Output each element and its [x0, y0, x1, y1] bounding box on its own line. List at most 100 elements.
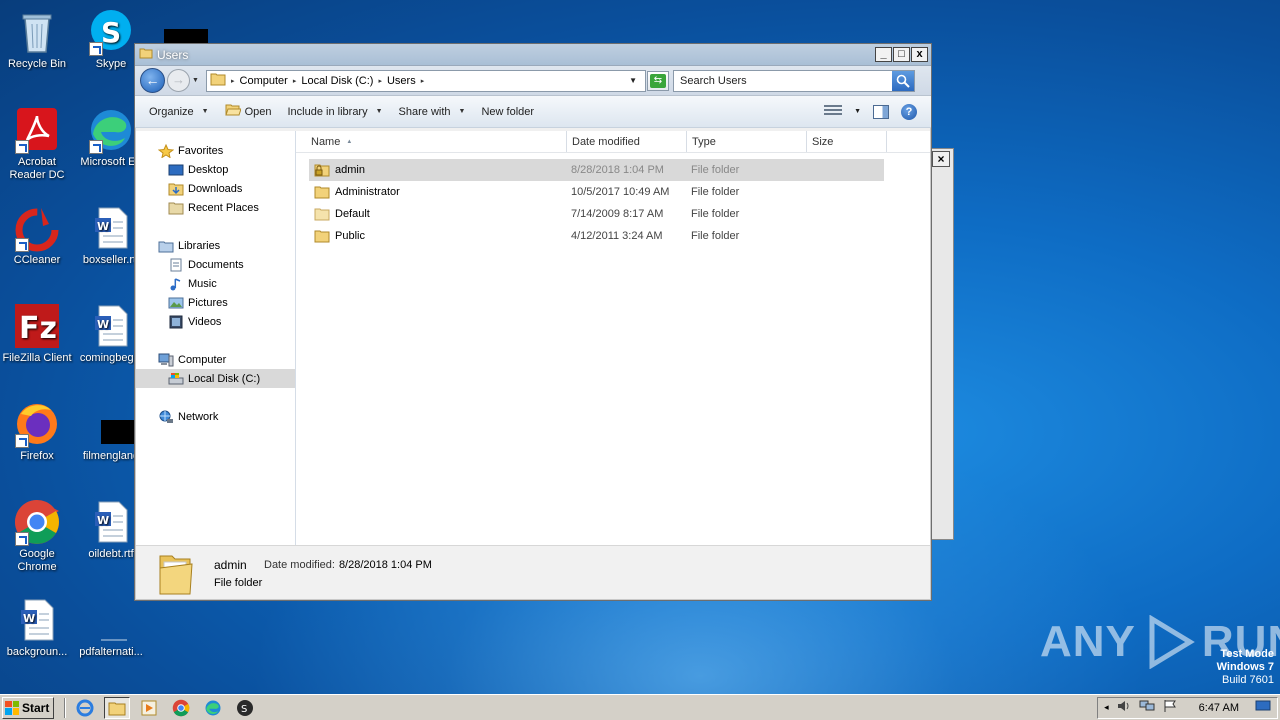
view-dropdown-icon[interactable]: ▼: [854, 108, 861, 115]
organize-button[interactable]: Organize ▼: [149, 106, 209, 118]
desktop-icon-background-doc[interactable]: W backgroun...: [0, 596, 74, 659]
chevron-right-icon[interactable]: ▸: [378, 77, 382, 85]
file-list: Name ▲ Date modified Type Size admin 8/2…: [296, 131, 930, 545]
include-in-library-button[interactable]: Include in library ▼: [288, 106, 383, 118]
details-pane: admin Date modified: 8/28/2018 1:04 PM F…: [136, 545, 930, 599]
show-desktop-icon[interactable]: [1255, 699, 1271, 716]
desktop-icon-acrobat[interactable]: Acrobat Reader DC: [0, 106, 74, 182]
chevron-down-icon: ▼: [375, 108, 383, 115]
new-folder-label: New folder: [481, 105, 535, 118]
action-center-flag-icon[interactable]: [1163, 699, 1177, 716]
word-doc-icon: W: [87, 302, 135, 350]
nav-recent-places[interactable]: Recent Places: [136, 198, 295, 217]
taskbar-ie-button[interactable]: [72, 697, 98, 719]
large-folder-icon: [156, 550, 196, 596]
change-view-icon[interactable]: [824, 104, 843, 119]
nav-documents[interactable]: Documents: [136, 255, 295, 274]
taskbar-edge-button[interactable]: [200, 697, 226, 719]
svg-text:S: S: [101, 16, 121, 49]
history-dropdown-button[interactable]: ▼: [192, 77, 202, 84]
background-window-close-button[interactable]: ×: [932, 151, 950, 167]
preview-pane-icon[interactable]: [873, 104, 889, 119]
back-button[interactable]: ←: [140, 68, 165, 93]
nav-label: Favorites: [178, 144, 224, 157]
search-button[interactable]: [892, 70, 914, 91]
network-icon: [158, 410, 174, 424]
open-button[interactable]: Open: [224, 103, 272, 120]
nav-computer[interactable]: Computer: [136, 350, 295, 369]
column-header-type[interactable]: Type: [687, 131, 807, 152]
breadcrumb-local-disk[interactable]: Local Disk (C:): [301, 75, 373, 87]
desktop-icon-label: backgroun...: [6, 646, 68, 658]
maximize-button[interactable]: □: [893, 47, 910, 62]
locked-folder-icon: [314, 163, 330, 177]
details-date-value: 8/28/2018 1:04 PM: [338, 559, 432, 571]
desktop-icon-ccleaner[interactable]: CCleaner: [0, 204, 74, 267]
breadcrumb-computer[interactable]: Computer: [240, 75, 288, 87]
file-row-public[interactable]: Public 4/12/2011 3:24 AM File folder: [309, 225, 884, 247]
column-header-name[interactable]: Name ▲: [296, 131, 567, 152]
shortcut-arrow-icon: [89, 140, 103, 154]
taskbar-media-player-button[interactable]: [136, 697, 162, 719]
minimize-button[interactable]: _: [875, 47, 892, 62]
window-controls: _ □ x: [875, 47, 928, 62]
start-label: Start: [22, 700, 50, 715]
file-row-default[interactable]: Default 7/14/2009 8:17 AM File folder: [309, 203, 884, 225]
file-row-admin[interactable]: admin 8/28/2018 1:04 PM File folder: [309, 159, 884, 181]
nav-libraries[interactable]: Libraries: [136, 236, 295, 255]
address-bar[interactable]: ▸ Computer ▸ Local Disk (C:) ▸ Users ▸ ▼: [206, 69, 646, 92]
chevron-right-icon[interactable]: ▸: [231, 77, 235, 85]
nav-music[interactable]: Music: [136, 274, 295, 293]
nav-downloads[interactable]: Downloads: [136, 179, 295, 198]
nav-network[interactable]: Network: [136, 407, 295, 426]
file-row-administrator[interactable]: Administrator 10/5/2017 10:49 AM File fo…: [309, 181, 884, 203]
toolbar-right-group: ▼ ?: [824, 103, 917, 120]
volume-icon[interactable]: [1117, 699, 1131, 716]
internet-explorer-icon: [76, 699, 94, 716]
redacted-area: [164, 29, 208, 43]
search-input[interactable]: Search Users: [674, 75, 892, 87]
nav-pictures[interactable]: Pictures: [136, 293, 295, 312]
new-folder-button[interactable]: New folder: [481, 106, 534, 118]
desktop-icon-pdfalternative[interactable]: pdfalternati...: [74, 596, 148, 659]
nav-favorites[interactable]: Favorites: [136, 141, 295, 160]
desktop-icon-recycle-bin[interactable]: Recycle Bin: [0, 8, 74, 71]
nav-local-disk[interactable]: Local Disk (C:): [136, 369, 295, 388]
title-bar[interactable]: Users _ □ x: [135, 44, 931, 66]
column-headers: Name ▲ Date modified Type Size: [296, 131, 930, 153]
address-dropdown-button[interactable]: ▼: [629, 76, 637, 85]
expand-tray-icon[interactable]: ◂: [1104, 702, 1109, 713]
file-rows: admin 8/28/2018 1:04 PM File folder Admi…: [296, 153, 930, 247]
taskbar-app-button[interactable]: S: [232, 697, 258, 719]
chevron-right-icon[interactable]: ▸: [421, 77, 425, 85]
column-header-size[interactable]: Size: [807, 131, 887, 152]
taskbar-chrome-button[interactable]: [168, 697, 194, 719]
taskbar-explorer-button[interactable]: [104, 696, 130, 719]
recycle-bin-icon: [13, 8, 61, 56]
system-tray: ◂ 6:47 AM: [1097, 696, 1278, 719]
nav-videos[interactable]: Videos: [136, 312, 295, 331]
videos-icon: [168, 315, 184, 329]
refresh-button[interactable]: ⇆: [647, 70, 669, 91]
background-window[interactable]: [930, 148, 954, 540]
share-with-button[interactable]: Share with ▼: [399, 106, 466, 118]
help-icon[interactable]: ?: [901, 103, 917, 120]
chevron-right-icon[interactable]: ▸: [293, 77, 297, 85]
breadcrumb-users[interactable]: Users: [387, 75, 416, 87]
desktop-icon-filezilla[interactable]: Fz FileZilla Client: [0, 302, 74, 365]
desktop-icon-firefox[interactable]: Firefox: [0, 400, 74, 463]
search-box[interactable]: Search Users: [673, 69, 915, 92]
nav-desktop[interactable]: Desktop: [136, 160, 295, 179]
watermark-line: Windows 7: [1216, 661, 1274, 673]
clock[interactable]: 6:47 AM: [1199, 702, 1239, 714]
column-header-date-modified[interactable]: Date modified: [567, 131, 687, 152]
forward-button[interactable]: →: [167, 69, 190, 92]
nav-label: Documents: [188, 258, 244, 271]
svg-text:W: W: [97, 220, 109, 233]
start-button[interactable]: Start: [2, 696, 54, 719]
desktop-icon-chrome[interactable]: Google Chrome: [0, 498, 74, 574]
file-name: admin: [335, 164, 365, 176]
desktop-icon-label: FileZilla Client: [2, 352, 72, 364]
close-button[interactable]: x: [911, 47, 928, 62]
network-tray-icon[interactable]: [1139, 699, 1155, 716]
